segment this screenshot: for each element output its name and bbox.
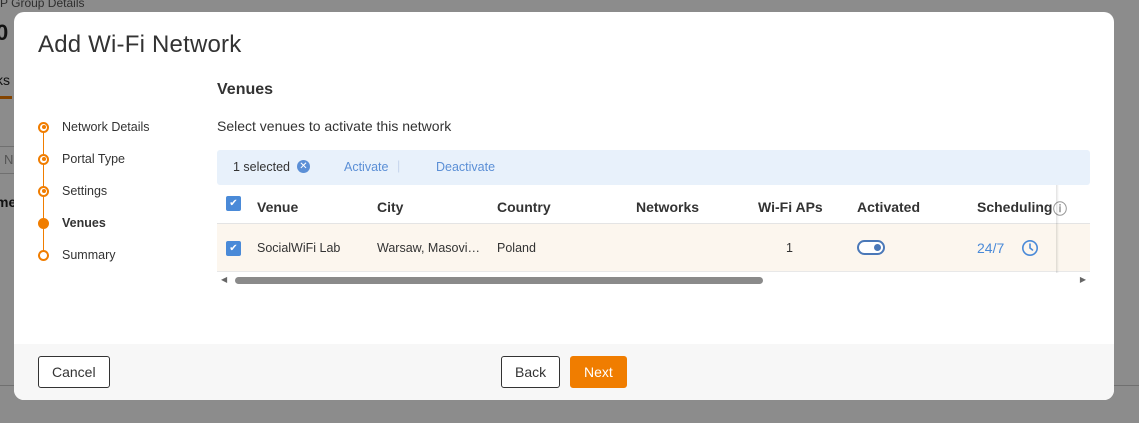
section-title: Venues <box>217 81 274 98</box>
add-wifi-network-modal: Add Wi-Fi Network Network Details Portal… <box>14 12 1114 400</box>
column-header-wifi-aps[interactable]: Wi-Fi APs <box>758 199 823 215</box>
column-header-city[interactable]: City <box>377 199 403 215</box>
sticky-column-shadow <box>1056 185 1059 273</box>
column-header-scheduling[interactable]: Scheduling <box>977 199 1052 215</box>
step-done-icon <box>38 185 49 197</box>
modal-title: Add Wi-Fi Network <box>38 31 242 58</box>
step-label: Settings <box>62 184 108 198</box>
column-header-country[interactable]: Country <box>497 199 551 215</box>
step-label: Network Details <box>62 120 150 134</box>
column-header-activated[interactable]: Activated <box>857 199 920 215</box>
back-button[interactable]: Back <box>501 356 561 388</box>
clock-icon[interactable] <box>1021 239 1039 262</box>
step-label: Summary <box>62 248 116 262</box>
deactivate-link[interactable]: Deactivate <box>436 160 495 174</box>
activated-toggle[interactable] <box>857 240 885 255</box>
scroll-right-icon[interactable]: ▶ <box>1080 275 1086 284</box>
row-checkbox[interactable]: ✔ <box>226 241 241 256</box>
step-network-details[interactable]: Network Details <box>38 117 150 137</box>
action-separator: | <box>397 159 401 173</box>
step-summary[interactable]: Summary <box>38 245 115 265</box>
cancel-button[interactable]: Cancel <box>38 356 110 388</box>
clear-selection-icon[interactable]: ✕ <box>297 160 310 173</box>
selected-count: 1 selected <box>233 160 290 174</box>
column-header-networks[interactable]: Networks <box>636 199 699 215</box>
step-done-icon <box>38 153 49 165</box>
step-label: Portal Type <box>62 152 126 166</box>
cell-venue: SocialWiFi Lab <box>257 241 341 255</box>
step-done-icon <box>38 121 49 133</box>
scheduling-link[interactable]: 24/7 <box>977 240 1004 256</box>
cell-wifi-aps: 1 <box>786 241 793 255</box>
step-label: Venues <box>62 216 106 230</box>
scrollbar-thumb[interactable] <box>235 277 763 284</box>
section-subtitle: Select venues to activate this network <box>217 118 452 134</box>
horizontal-scrollbar[interactable]: ◀ ▶ <box>217 274 1090 286</box>
cell-country: Poland <box>497 241 536 255</box>
scroll-left-icon[interactable]: ◀ <box>221 275 227 284</box>
activate-link[interactable]: Activate <box>344 160 388 174</box>
cell-city: Warsaw, Masovi… <box>377 241 481 255</box>
step-pending-icon <box>38 249 49 261</box>
step-venues[interactable]: Venues <box>38 213 106 233</box>
table-row[interactable]: ✔ SocialWiFi Lab Warsaw, Masovi… Poland … <box>217 224 1090 272</box>
venues-table: ✔ Venue City Country Networks Wi-Fi APs … <box>217 185 1090 273</box>
step-portal-type[interactable]: Portal Type <box>38 149 125 169</box>
selection-bar: 1 selected ✕ Activate | Deactivate <box>217 150 1090 185</box>
next-button[interactable]: Next <box>570 356 627 388</box>
select-all-checkbox[interactable]: ✔ <box>226 196 241 211</box>
column-header-venue[interactable]: Venue <box>257 199 298 215</box>
modal-footer: Cancel Back Next <box>14 344 1114 400</box>
step-current-icon <box>38 217 49 229</box>
step-settings[interactable]: Settings <box>38 181 107 201</box>
table-header: ✔ Venue City Country Networks Wi-Fi APs … <box>217 185 1090 224</box>
